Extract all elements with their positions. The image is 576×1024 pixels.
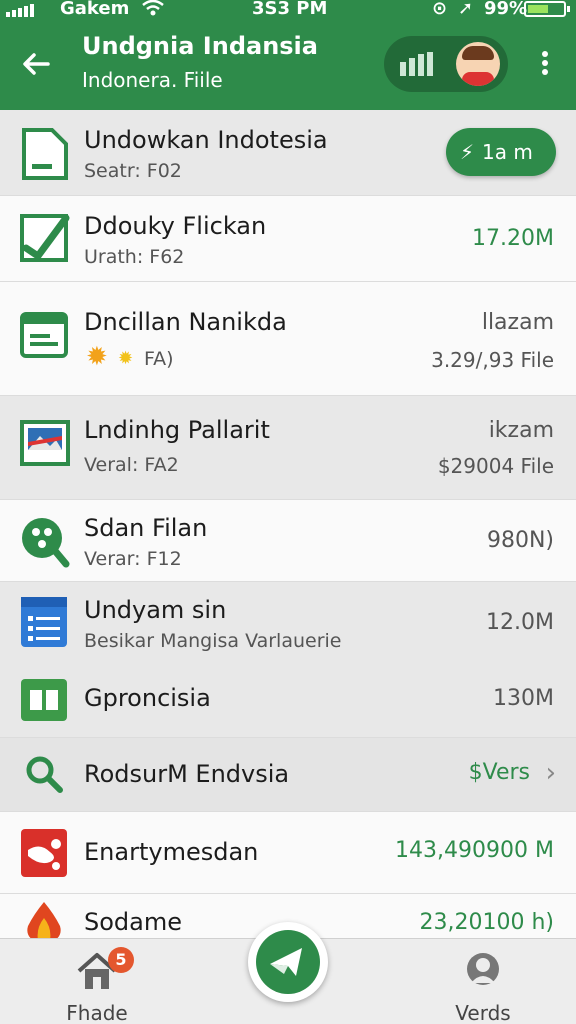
search-dots-icon — [20, 516, 70, 568]
item-size: 143,490900 M — [395, 838, 554, 863]
item-size: 130M — [493, 686, 554, 711]
stats-bars-icon — [400, 52, 433, 76]
alarm-icon: ⊙ — [432, 0, 448, 19]
item-size: 12.0M — [486, 610, 554, 635]
notification-badge: 5 — [108, 947, 134, 973]
item-subtitle: Veral: FA2 — [84, 454, 179, 476]
battery-percent: 99% — [484, 0, 528, 19]
item-subtitle: Besikar Mangisa Varlauerie — [84, 630, 342, 652]
list-item[interactable]: Dncillan Nanikda ✹ ✹ FA) llazam 3.29/,93… — [0, 282, 576, 396]
list-item[interactable]: Undyam sin Besikar Mangisa Varlauerie 12… — [0, 582, 576, 660]
signal-icon — [6, 3, 34, 17]
account-switcher[interactable] — [384, 36, 508, 92]
battery-icon — [524, 1, 570, 17]
page-title: Undgnia Indansia — [82, 32, 318, 60]
item-size: llazam — [481, 310, 554, 335]
sun-icon: ✹ — [86, 342, 108, 372]
list-item[interactable]: RodsurM Endvsia $Vers › — [0, 738, 576, 812]
item-name: Sdan Filan — [84, 514, 208, 542]
back-button[interactable] — [20, 48, 56, 84]
item-size: ikzam — [488, 418, 554, 443]
item-name: Undyam sin — [84, 596, 227, 624]
wifi-icon — [142, 0, 164, 22]
checkmark-icon — [20, 212, 70, 262]
item-name: Undowkan Indotesia — [84, 126, 328, 154]
item-name: Ddouky Flickan — [84, 212, 267, 240]
spreadsheet-icon — [20, 312, 68, 360]
app-red-icon — [20, 828, 68, 877]
item-subtitle: FA) — [144, 348, 174, 370]
nav-home-label: Fhade — [66, 1001, 128, 1024]
item-subtitle: Verar: F12 — [84, 548, 182, 570]
nav-home[interactable]: 5 Fhade — [42, 947, 152, 1024]
list-item[interactable]: Enartymesdan 143,490900 M — [0, 812, 576, 894]
app-header: Gakem 3S3 PM ⊙ ➚ 99% Undgnia Indansia In… — [0, 0, 576, 110]
compose-fab[interactable] — [248, 922, 328, 1002]
item-name: Sodame — [84, 908, 183, 936]
item-subtitle: Urath: F62 — [84, 246, 185, 268]
item-file-count: 3.29/,93 File — [431, 348, 554, 372]
sheets-icon — [20, 678, 68, 726]
nav-verds[interactable]: Verds — [428, 951, 538, 1024]
item-name: RodsurM Endvsia — [84, 760, 290, 788]
list-item[interactable]: Ddouky Flickan Urath: F62 17.20M — [0, 196, 576, 282]
item-size: 17.20M — [472, 226, 554, 251]
form-icon — [20, 596, 68, 647]
magnifier-icon — [24, 754, 72, 802]
back-arrow-icon — [23, 53, 50, 75]
time-pill-label: 1a m — [482, 140, 533, 164]
item-size: 23,20100 h) — [419, 910, 555, 935]
flame-icon — [20, 900, 68, 938]
list-item[interactable]: Undowkan Indotesia Seatr: F02 ⚡ 1a m — [0, 110, 576, 196]
more-menu-button[interactable] — [530, 48, 560, 84]
image-icon — [20, 420, 70, 468]
item-name: Dncillan Nanikda — [84, 308, 287, 336]
nav-verds-label: Verds — [455, 1001, 511, 1024]
chevron-right-icon[interactable]: › — [546, 758, 556, 788]
avatar[interactable] — [456, 42, 500, 86]
carrier-name: Gakem — [60, 0, 130, 19]
item-link[interactable]: $Vers — [469, 760, 530, 785]
time-pill-button[interactable]: ⚡ 1a m — [446, 128, 556, 176]
send-icon — [270, 948, 302, 976]
person-icon — [467, 953, 499, 985]
item-size: 980N) — [486, 528, 554, 553]
page-subtitle: Indonera. Fiile — [82, 68, 223, 92]
list-item[interactable]: Gproncisia 130M — [0, 660, 576, 738]
document-icon — [20, 128, 68, 180]
item-name: Enartymesdan — [84, 838, 259, 866]
list-item[interactable]: Sdan Filan Verar: F12 980N) — [0, 500, 576, 582]
item-subtitle: Seatr: F02 — [84, 160, 182, 182]
location-arrow-icon: ➚ — [458, 0, 474, 19]
item-name: Gproncisia — [84, 684, 211, 712]
item-file-count: $29004 File — [437, 454, 554, 478]
bolt-icon: ⚡ — [460, 140, 475, 164]
status-time: 3S3 PM — [252, 0, 328, 19]
list-item[interactable]: Lndinhg Pallarit Veral: FA2 ikzam $29004… — [0, 396, 576, 500]
status-bar: Gakem 3S3 PM ⊙ ➚ 99% — [0, 0, 576, 22]
item-name: Lndinhg Pallarit — [84, 416, 270, 444]
sun-small-icon: ✹ — [118, 348, 134, 369]
